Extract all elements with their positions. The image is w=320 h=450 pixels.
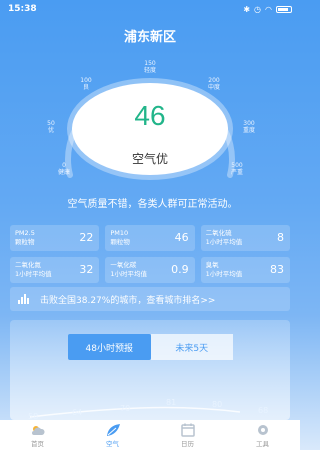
wifi-icon: ◠ [265, 4, 272, 14]
leaf-icon [106, 423, 120, 436]
gauge-tick-4: 200 中度 [207, 77, 220, 91]
pollutant-sub: 颗粒物 [15, 238, 35, 246]
pollutant-value: 22 [79, 231, 94, 244]
pollutant-value: 0.9 [171, 263, 189, 276]
forecast-value: 80 [212, 400, 223, 409]
pollutant-grid: PM2.5 颗粒物 22 PM10 颗粒物 46 二氧化硫 1小时平均值 8 二氧化氮… [10, 225, 290, 283]
pollutant-sub: 1小时平均值 [205, 238, 243, 246]
nav-label: 首页 [31, 439, 44, 448]
aqi-level-label: 空气优 [131, 152, 168, 166]
gauge-tick-2: 100 良 [80, 77, 92, 91]
pollutant-name: 一氧化碳 [110, 261, 137, 269]
pollutant-sub: 颗粒物 [110, 238, 130, 246]
nav-item-air[interactable]: 空气 [75, 420, 150, 450]
city-ranking-link[interactable]: 击败全国38.27%的城市，查看城市排名>> [10, 287, 290, 311]
nav-label: 空气 [106, 439, 119, 448]
pollutant-cell-o3[interactable]: 臭氧 1小时平均值 83 [200, 257, 290, 283]
pollutant-cell-so2[interactable]: 二氧化硫 1小时平均值 8 [200, 225, 290, 251]
pollutant-name: 二氧化氮 [15, 261, 41, 269]
status-time: 15:38 [8, 4, 37, 14]
pollutant-sub: 1小时平均值 [205, 270, 243, 278]
bluetooth-icon: ✱ [243, 4, 251, 14]
nav-label: 日历 [181, 439, 194, 448]
pollutant-cell-pm25[interactable]: PM2.5 颗粒物 22 [10, 225, 100, 251]
pollutant-name: 二氧化硫 [205, 229, 232, 237]
forecast-value: 68 [258, 406, 269, 415]
nav-item-home[interactable]: 首页 [0, 420, 75, 450]
gear-icon [257, 424, 268, 435]
bottom-nav: 首页 空气 日历 工具 [0, 420, 300, 450]
alarm-icon: ◷ [254, 4, 262, 14]
forecast-panel: 48小时预报 未来5天 58 64 70 81 80 68 [10, 320, 290, 421]
forecast-value: 70 [120, 404, 131, 413]
forecast-value: 64 [72, 408, 83, 417]
pollutant-name: PM10 [110, 229, 129, 237]
pollutant-name: 臭氧 [205, 261, 219, 269]
pollutant-sub: 1小时平均值 [15, 270, 52, 278]
pollutant-name: PM2.5 [15, 229, 35, 237]
pollutant-value: 46 [174, 231, 189, 244]
pollutant-value: 8 [277, 231, 284, 244]
pollutant-cell-pm10[interactable]: PM10 颗粒物 46 [105, 225, 195, 251]
air-quality-description: 空气质量不错，各类人群可正常活动。 [67, 199, 238, 210]
nav-label: 工具 [256, 439, 269, 448]
nav-item-calendar[interactable]: 日历 [150, 420, 225, 450]
calendar-icon [180, 423, 195, 437]
ranking-text: 击败全国38.27%的城市，查看城市排名>> [40, 295, 216, 306]
gauge-tick-3: 150 轻度 [143, 60, 156, 74]
forecast-value: 81 [166, 398, 177, 407]
pollutant-value: 83 [270, 263, 284, 276]
pollutant-cell-co[interactable]: 一氧化碳 1小时平均值 0.9 [105, 257, 195, 283]
status-bar: 15:38 ✱ ◷ ◠ [0, 0, 300, 18]
bar-chart-icon [18, 294, 32, 304]
pollutant-cell-no2[interactable]: 二氧化氮 1小时平均值 32 [10, 257, 100, 283]
page-title[interactable]: 浦东新区 [0, 26, 300, 45]
forecast-curve [29, 406, 241, 418]
pollutant-sub: 1小时平均值 [110, 270, 147, 278]
battery-icon [276, 5, 292, 13]
pollutant-value: 32 [79, 263, 94, 276]
nav-item-tools[interactable]: 工具 [225, 420, 300, 450]
weather-home-icon [31, 425, 45, 435]
aqi-value: 46 [134, 100, 166, 131]
